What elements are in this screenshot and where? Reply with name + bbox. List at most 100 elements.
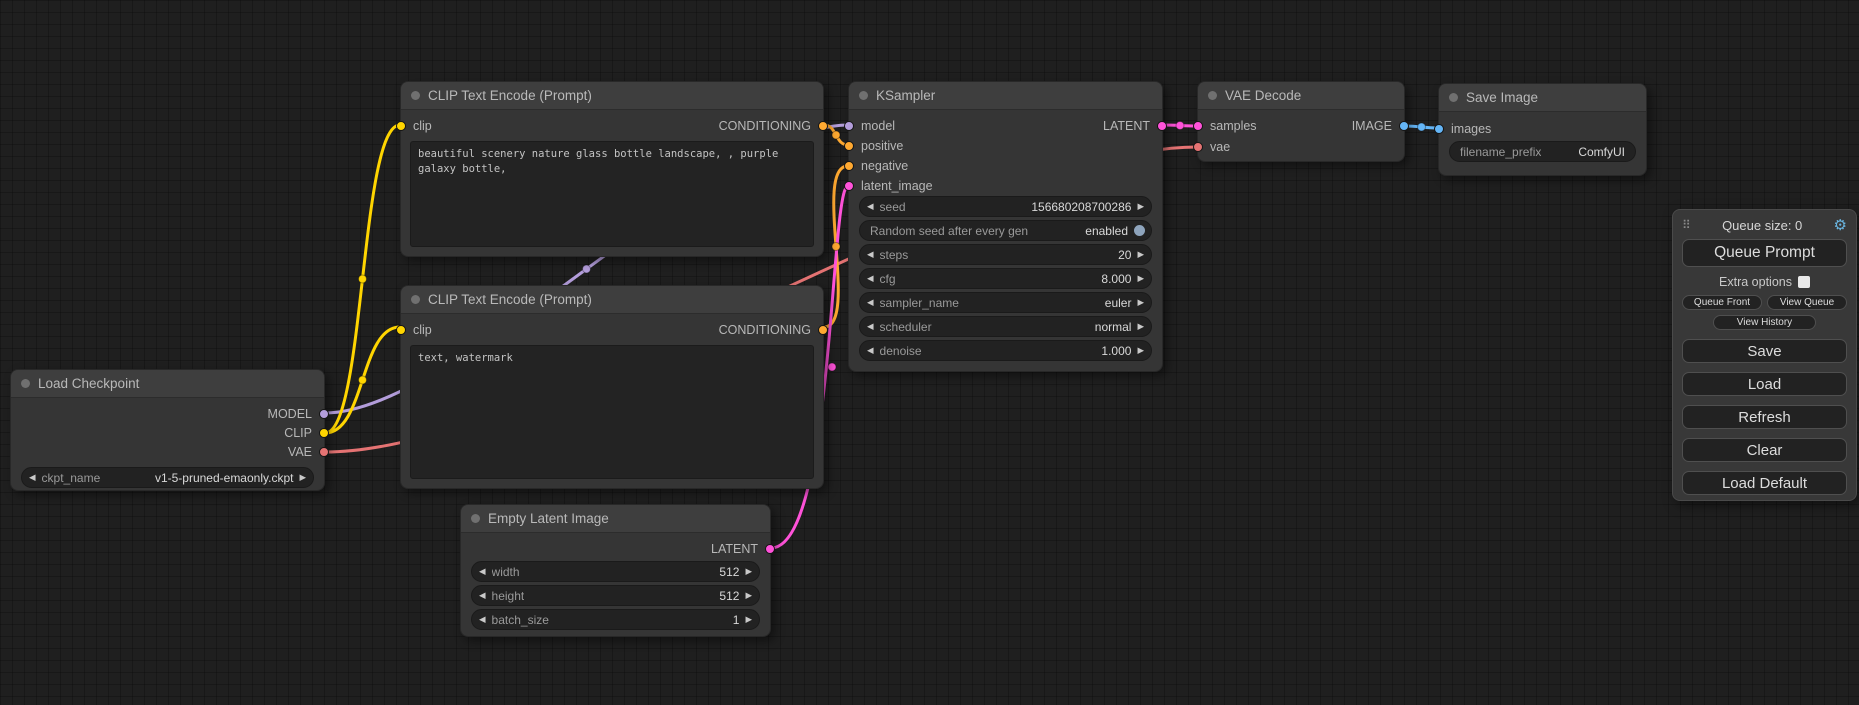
output-slot-clip[interactable]: CLIP — [284, 424, 329, 442]
increment-arrow-icon[interactable]: ▶ — [745, 567, 752, 576]
queue-prompt-button[interactable]: Queue Prompt — [1682, 239, 1847, 267]
increment-arrow-icon[interactable]: ▶ — [1137, 346, 1144, 355]
toggle-knob-icon[interactable] — [1134, 225, 1145, 236]
input-slot-vae[interactable]: vae — [1193, 138, 1230, 156]
output-port-icon[interactable] — [319, 409, 329, 419]
output-port-icon[interactable] — [765, 544, 775, 554]
increment-arrow-icon[interactable]: ▶ — [1137, 250, 1144, 259]
queue-front-button[interactable]: Queue Front — [1682, 295, 1762, 310]
node-title-bar[interactable]: Save Image — [1439, 84, 1646, 112]
input-slot-negative[interactable]: negative — [844, 157, 908, 175]
increment-arrow-icon[interactable]: ▶ — [299, 473, 306, 482]
input-port-icon[interactable] — [844, 181, 854, 191]
input-port-icon[interactable] — [844, 161, 854, 171]
collapse-dot-icon[interactable] — [859, 91, 868, 100]
output-slot-model[interactable]: MODEL — [268, 405, 329, 423]
output-slot-latent[interactable]: LATENT — [1103, 117, 1167, 135]
refresh-button[interactable]: Refresh — [1682, 405, 1847, 429]
output-slot-image[interactable]: IMAGE — [1352, 117, 1409, 135]
output-port-icon[interactable] — [319, 428, 329, 438]
view-queue-button[interactable]: View Queue — [1767, 295, 1847, 310]
input-port-icon[interactable] — [396, 325, 406, 335]
save-button[interactable]: Save — [1682, 339, 1847, 363]
widget-filename-prefix[interactable]: filename_prefix ComfyUI — [1449, 141, 1636, 162]
node-title-bar[interactable]: VAE Decode — [1198, 82, 1404, 110]
output-port-icon[interactable] — [818, 325, 828, 335]
widget-random-seed-toggle[interactable]: Random seed after every gen enabled — [859, 220, 1152, 241]
input-port-icon[interactable] — [396, 121, 406, 131]
node-title-bar[interactable]: KSampler — [849, 82, 1162, 110]
collapse-dot-icon[interactable] — [21, 379, 30, 388]
collapse-dot-icon[interactable] — [411, 91, 420, 100]
increment-arrow-icon[interactable]: ▶ — [745, 615, 752, 624]
input-slot-latent-image[interactable]: latent_image — [844, 177, 933, 195]
load-default-button[interactable]: Load Default — [1682, 471, 1847, 495]
input-slot-positive[interactable]: positive — [844, 137, 903, 155]
widget-width[interactable]: ◀ width 512 ▶ — [471, 561, 760, 582]
input-slot-clip[interactable]: clip — [396, 117, 432, 135]
widget-height[interactable]: ◀ height 512 ▶ — [471, 585, 760, 606]
widget-sampler-name[interactable]: ◀ sampler_name euler ▶ — [859, 292, 1152, 313]
output-slot-conditioning[interactable]: CONDITIONING — [719, 117, 828, 135]
wire-midpoint-dot — [832, 131, 840, 139]
output-port-icon[interactable] — [319, 447, 329, 457]
decrement-arrow-icon[interactable]: ◀ — [29, 473, 36, 482]
widget-seed[interactable]: ◀ seed 156680208700286 ▶ — [859, 196, 1152, 217]
input-slot-images[interactable]: images — [1434, 120, 1491, 138]
widget-denoise[interactable]: ◀ denoise 1.000 ▶ — [859, 340, 1152, 361]
increment-arrow-icon[interactable]: ▶ — [1137, 274, 1144, 283]
output-port-icon[interactable] — [818, 121, 828, 131]
decrement-arrow-icon[interactable]: ◀ — [867, 250, 874, 259]
clear-button[interactable]: Clear — [1682, 438, 1847, 462]
view-history-button[interactable]: View History — [1713, 315, 1815, 330]
output-slot-latent[interactable]: LATENT — [711, 540, 775, 558]
input-port-icon[interactable] — [844, 141, 854, 151]
decrement-arrow-icon[interactable]: ◀ — [479, 567, 486, 576]
decrement-arrow-icon[interactable]: ◀ — [479, 591, 486, 600]
node-title-bar[interactable]: CLIP Text Encode (Prompt) — [401, 286, 823, 314]
output-port-icon[interactable] — [1399, 121, 1409, 131]
input-slot-clip[interactable]: clip — [396, 321, 432, 339]
drag-handle-icon[interactable]: ⠿ — [1682, 218, 1691, 232]
increment-arrow-icon[interactable]: ▶ — [1137, 322, 1144, 331]
settings-gear-icon[interactable]: ⚙ — [1834, 218, 1847, 233]
decrement-arrow-icon[interactable]: ◀ — [479, 615, 486, 624]
widget-batch-size[interactable]: ◀ batch_size 1 ▶ — [471, 609, 760, 630]
extra-options-checkbox[interactable] — [1798, 276, 1810, 288]
collapse-dot-icon[interactable] — [1208, 91, 1217, 100]
increment-arrow-icon[interactable]: ▶ — [1137, 202, 1144, 211]
input-slot-samples[interactable]: samples — [1193, 117, 1257, 135]
node-title-bar[interactable]: Empty Latent Image — [461, 505, 770, 533]
input-port-icon[interactable] — [1193, 142, 1203, 152]
decrement-arrow-icon[interactable]: ◀ — [867, 298, 874, 307]
prompt-textarea[interactable]: text, watermark — [410, 345, 814, 479]
collapse-dot-icon[interactable] — [471, 514, 480, 523]
load-button[interactable]: Load — [1682, 372, 1847, 396]
widget-value: 512 — [719, 565, 739, 579]
collapse-dot-icon[interactable] — [411, 295, 420, 304]
output-slot-conditioning[interactable]: CONDITIONING — [719, 321, 828, 339]
node-graph-canvas[interactable]: Load Checkpoint MODEL CLIP VAE ◀ ckpt_na… — [0, 0, 1859, 705]
input-port-icon[interactable] — [844, 121, 854, 131]
widget-name: width — [492, 565, 520, 579]
input-slot-model[interactable]: model — [844, 117, 895, 135]
widget-steps[interactable]: ◀ steps 20 ▶ — [859, 244, 1152, 265]
decrement-arrow-icon[interactable]: ◀ — [867, 346, 874, 355]
increment-arrow-icon[interactable]: ▶ — [1137, 298, 1144, 307]
widget-scheduler[interactable]: ◀ scheduler normal ▶ — [859, 316, 1152, 337]
input-port-icon[interactable] — [1434, 124, 1444, 134]
output-port-icon[interactable] — [1157, 121, 1167, 131]
node-title-bar[interactable]: CLIP Text Encode (Prompt) — [401, 82, 823, 110]
slot-label: IMAGE — [1352, 119, 1392, 133]
output-slot-vae[interactable]: VAE — [288, 443, 329, 461]
decrement-arrow-icon[interactable]: ◀ — [867, 274, 874, 283]
collapse-dot-icon[interactable] — [1449, 93, 1458, 102]
prompt-textarea[interactable]: beautiful scenery nature glass bottle la… — [410, 141, 814, 247]
input-port-icon[interactable] — [1193, 121, 1203, 131]
decrement-arrow-icon[interactable]: ◀ — [867, 202, 874, 211]
decrement-arrow-icon[interactable]: ◀ — [867, 322, 874, 331]
node-title-bar[interactable]: Load Checkpoint — [11, 370, 324, 398]
widget-cfg[interactable]: ◀ cfg 8.000 ▶ — [859, 268, 1152, 289]
widget-ckpt-name[interactable]: ◀ ckpt_name v1-5-pruned-emaonly.ckpt ▶ — [21, 467, 314, 488]
increment-arrow-icon[interactable]: ▶ — [745, 591, 752, 600]
